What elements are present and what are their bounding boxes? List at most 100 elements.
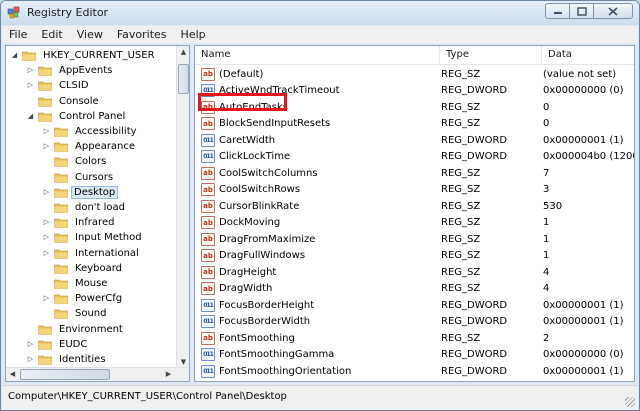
tree-item[interactable]: Mouse xyxy=(42,276,111,291)
menu-favorites[interactable]: Favorites xyxy=(110,28,174,41)
expand-arrow-icon[interactable]: ▷ xyxy=(26,355,35,364)
collapse-arrow-icon[interactable]: ◢ xyxy=(26,112,35,121)
value-row[interactable]: ab FontSmoothing REG_SZ 2 xyxy=(195,330,634,346)
list-header: Name Type Data xyxy=(195,46,634,65)
value-row[interactable]: ab DragHeight REG_SZ 4 xyxy=(195,264,634,280)
tree-item-label: AppEvents xyxy=(59,65,113,77)
value-row[interactable]: ab DragFullWindows REG_SZ 1 xyxy=(195,248,634,264)
folder-icon xyxy=(54,158,68,168)
menu-help[interactable]: Help xyxy=(174,28,213,41)
key-tree-pane[interactable]: ◢ HKEY_CURRENT_USER ▷ AppEvents ▷ CLSID Consol… xyxy=(5,45,190,382)
value-name: FontSmoothing xyxy=(219,332,295,344)
tree-item[interactable]: don't load xyxy=(42,200,129,215)
column-header-type[interactable]: Type xyxy=(440,46,542,64)
tree-item[interactable]: ▷ Desktop xyxy=(42,185,119,200)
tree-item[interactable]: ▷ Identities xyxy=(26,352,110,367)
expand-arrow-icon[interactable]: ▷ xyxy=(26,66,35,75)
folder-icon xyxy=(54,279,68,289)
expand-arrow-icon[interactable]: ▷ xyxy=(42,127,51,136)
column-header-name[interactable]: Name xyxy=(195,46,440,64)
tree-horizontal-scroll-thumb[interactable] xyxy=(20,369,110,380)
tree-item[interactable]: ▷ AppEvents xyxy=(26,63,116,78)
tree-item[interactable]: ▷ Infrared xyxy=(42,215,118,230)
string-value-icon: ab xyxy=(201,282,215,295)
values-list-pane[interactable]: Name Type Data ab (Default) REG_SZ (value n… xyxy=(194,45,635,382)
tree-item[interactable]: ▷ CLSID xyxy=(26,78,93,93)
expand-arrow-icon[interactable]: ▷ xyxy=(42,249,51,258)
value-row[interactable]: ab (Default) REG_SZ (value not set) xyxy=(195,66,634,82)
value-data: 0x00000001 (1) xyxy=(543,299,624,311)
collapse-arrow-icon[interactable]: ◢ xyxy=(10,51,19,60)
tree-item[interactable]: Colors xyxy=(42,154,110,169)
value-type: REG_DWORD xyxy=(441,134,508,146)
value-row[interactable]: 011 FontSmoothingGamma REG_DWORD 0x00000000… xyxy=(195,347,634,363)
close-button[interactable] xyxy=(593,3,633,19)
expand-arrow-icon[interactable]: ▷ xyxy=(42,142,51,151)
tree-item[interactable]: ▷ PowerCfg xyxy=(42,291,126,306)
value-type: REG_DWORD xyxy=(441,85,508,96)
value-row[interactable]: ab CursorBlinkRate REG_SZ 530 xyxy=(195,198,634,214)
expand-arrow-icon[interactable]: ▷ xyxy=(42,188,51,197)
tree-item[interactable]: Environment xyxy=(26,322,127,337)
value-name: BlockSendInputResets xyxy=(219,118,331,129)
tree-item[interactable]: Cursors xyxy=(42,170,117,185)
value-name: FocusBorderWidth xyxy=(219,316,311,327)
folder-icon xyxy=(38,340,52,350)
tree-item[interactable]: ▷ Accessibility xyxy=(42,124,141,139)
expand-arrow-icon[interactable]: ▷ xyxy=(42,218,51,227)
value-row[interactable]: ab DragFromMaximize REG_SZ 1 xyxy=(195,231,634,247)
value-row[interactable]: 011 FocusBorderWidth REG_DWORD 0x00000001 (… xyxy=(195,314,634,330)
value-type: REG_DWORD xyxy=(441,151,508,162)
value-name: CoolSwitchRows xyxy=(219,184,301,195)
tree-item[interactable]: ◢ Control Panel xyxy=(26,109,129,124)
value-data: 1 xyxy=(543,217,550,228)
maximize-button[interactable] xyxy=(569,3,593,19)
value-name: DragWidth xyxy=(219,283,273,294)
value-row[interactable]: ab BlockSendInputResets REG_SZ 0 xyxy=(195,116,634,132)
expand-arrow-icon[interactable]: ▷ xyxy=(26,340,35,349)
menu-file[interactable]: File xyxy=(2,28,34,41)
menu-view[interactable]: View xyxy=(70,28,110,41)
value-row[interactable]: ab DockMoving REG_SZ 1 xyxy=(195,215,634,231)
expand-arrow-icon[interactable]: ▷ xyxy=(26,81,35,90)
value-row[interactable]: 011 CaretWidth REG_DWORD 0x00000001 (1) xyxy=(195,132,634,148)
value-row[interactable]: ab CoolSwitchColumns REG_SZ 7 xyxy=(195,165,634,181)
folder-icon xyxy=(38,82,52,92)
column-header-data[interactable]: Data xyxy=(542,46,634,64)
tree-item[interactable]: ▷ EUDC xyxy=(26,337,91,352)
tree-item-label: Colors xyxy=(75,156,107,168)
tree-item[interactable]: ▷ Appearance xyxy=(42,139,139,154)
tree-item-label: don't load xyxy=(75,202,126,213)
value-data: (value not set) xyxy=(543,68,617,80)
value-data: 3 xyxy=(543,184,550,195)
tree-item[interactable]: ▷ International xyxy=(42,246,143,261)
menu-edit[interactable]: Edit xyxy=(34,28,69,41)
scroll-right-arrow-icon[interactable]: ▶ xyxy=(162,368,175,381)
tree-vertical-scroll-thumb[interactable] xyxy=(178,64,189,94)
value-row[interactable]: 011 FontSmoothingOrientation REG_DWORD 0x00… xyxy=(195,363,634,379)
expand-arrow-icon[interactable]: ▷ xyxy=(42,294,51,303)
tree-item-label: Console xyxy=(59,95,99,107)
folder-icon xyxy=(38,97,52,107)
tree-item[interactable]: ▷ Input Method xyxy=(42,230,146,245)
tree-item[interactable]: Keyboard xyxy=(42,261,126,276)
value-type: REG_SZ xyxy=(441,283,481,294)
value-row[interactable]: ab CoolSwitchRows REG_SZ 3 xyxy=(195,182,634,198)
expand-arrow-icon[interactable]: ▷ xyxy=(42,233,51,242)
value-name-cell: ab DragHeight xyxy=(195,265,440,279)
tree-vertical-scrollbar[interactable]: ▲ ▼ xyxy=(176,46,189,369)
resize-grip-icon[interactable] xyxy=(625,397,635,407)
value-row[interactable]: 011 ClickLockTime REG_DWORD 0x000004b0 (120… xyxy=(195,149,634,165)
tree-item[interactable]: Sound xyxy=(42,306,111,321)
value-data: 2 xyxy=(543,332,550,344)
scroll-up-arrow-icon[interactable]: ▲ xyxy=(177,46,189,59)
scroll-left-arrow-icon[interactable]: ◀ xyxy=(6,368,19,381)
value-row[interactable]: ab DragWidth REG_SZ 4 xyxy=(195,281,634,297)
minimize-button[interactable] xyxy=(545,3,569,19)
tree-item[interactable]: ◢ HKEY_CURRENT_USER xyxy=(10,48,159,63)
value-row[interactable]: 011 FocusBorderHeight REG_DWORD 0x00000001 … xyxy=(195,297,634,313)
tree-item[interactable]: Console xyxy=(26,94,103,109)
tree-horizontal-scrollbar[interactable]: ◀ ▶ xyxy=(6,367,189,381)
